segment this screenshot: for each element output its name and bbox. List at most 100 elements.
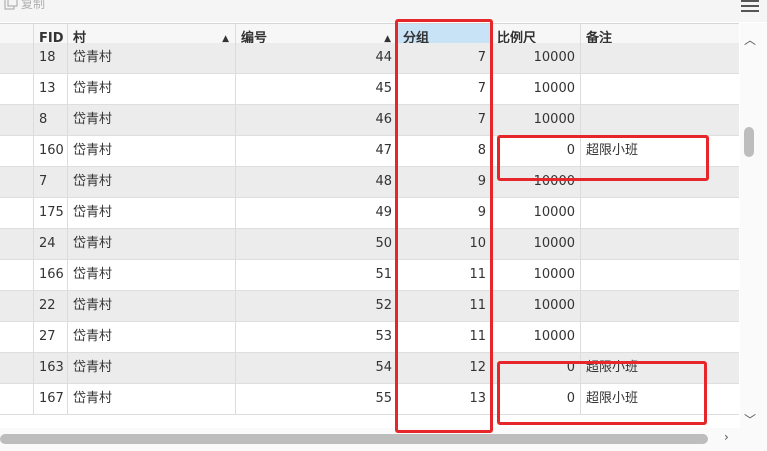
fenzu-cell[interactable]: 7 <box>398 74 492 104</box>
cun-cell[interactable]: 岱青村 <box>68 167 236 197</box>
fenzu-cell[interactable]: 12 <box>398 353 492 383</box>
bianhao-cell[interactable]: 53 <box>236 322 398 352</box>
scroll-down-icon[interactable]: ﹀ <box>744 411 756 428</box>
table-row[interactable]: 13 岱青村 45 7 10000 <box>0 74 739 105</box>
cun-cell[interactable]: 岱青村 <box>68 291 236 321</box>
scale-cell[interactable]: 0 <box>492 384 581 414</box>
fenzu-cell[interactable]: 11 <box>398 260 492 290</box>
fenzu-cell[interactable]: 7 <box>398 43 492 73</box>
table-row[interactable]: 8 岱青村 46 7 10000 <box>0 105 739 136</box>
fid-cell[interactable]: 27 <box>34 322 68 352</box>
note-cell[interactable] <box>581 167 739 197</box>
row-selector[interactable] <box>0 384 34 414</box>
cun-cell[interactable]: 岱青村 <box>68 136 236 166</box>
table-row[interactable]: 166 岱青村 51 11 10000 <box>0 260 739 291</box>
row-selector[interactable] <box>0 74 34 104</box>
table-row[interactable]: 24 岱青村 50 10 10000 <box>0 229 739 260</box>
fenzu-cell[interactable]: 13 <box>398 384 492 414</box>
table-row[interactable]: 7 岱青村 48 9 10000 <box>0 167 739 198</box>
table-row[interactable]: 27 岱青村 53 11 10000 <box>0 322 739 353</box>
scale-cell[interactable]: 10000 <box>492 167 581 197</box>
fid-cell[interactable]: 18 <box>34 43 68 73</box>
bianhao-cell[interactable]: 49 <box>236 198 398 228</box>
cun-cell[interactable]: 岱青村 <box>68 229 236 259</box>
cun-cell[interactable]: 岱青村 <box>68 105 236 135</box>
fid-cell[interactable]: 163 <box>34 353 68 383</box>
bianhao-cell[interactable]: 52 <box>236 291 398 321</box>
fenzu-cell[interactable]: 9 <box>398 167 492 197</box>
bianhao-cell[interactable]: 48 <box>236 167 398 197</box>
scroll-right-icon[interactable]: › <box>724 430 729 444</box>
scale-cell[interactable]: 10000 <box>492 43 581 73</box>
cun-cell[interactable]: 岱青村 <box>68 384 236 414</box>
row-selector[interactable] <box>0 291 34 321</box>
fenzu-cell[interactable]: 11 <box>398 291 492 321</box>
bianhao-cell[interactable]: 50 <box>236 229 398 259</box>
table-row[interactable]: 18 岱青村 44 7 10000 <box>0 43 739 74</box>
fenzu-cell[interactable]: 10 <box>398 229 492 259</box>
cun-cell[interactable]: 岱青村 <box>68 260 236 290</box>
bianhao-cell[interactable]: 54 <box>236 353 398 383</box>
row-selector[interactable] <box>0 260 34 290</box>
horizontal-scrollbar[interactable]: › <box>0 428 767 451</box>
fid-cell[interactable]: 175 <box>34 198 68 228</box>
vertical-scroll-thumb[interactable] <box>744 127 754 157</box>
fenzu-cell[interactable]: 8 <box>398 136 492 166</box>
copy-button[interactable]: 复制 <box>4 0 45 12</box>
scale-cell[interactable]: 10000 <box>492 105 581 135</box>
scale-cell[interactable]: 0 <box>492 136 581 166</box>
cun-cell[interactable]: 岱青村 <box>68 322 236 352</box>
scale-cell[interactable]: 10000 <box>492 74 581 104</box>
table-row[interactable]: 175 岱青村 49 9 10000 <box>0 198 739 229</box>
note-cell[interactable]: 超限小班 <box>581 136 739 166</box>
bianhao-cell[interactable]: 45 <box>236 74 398 104</box>
fid-cell[interactable]: 160 <box>34 136 68 166</box>
note-cell[interactable] <box>581 105 739 135</box>
hamburger-menu-icon[interactable] <box>741 0 759 12</box>
fid-cell[interactable]: 22 <box>34 291 68 321</box>
table-row[interactable]: 167 岱青村 55 13 0 超限小班 <box>0 384 739 415</box>
fid-cell[interactable]: 167 <box>34 384 68 414</box>
note-cell[interactable] <box>581 229 739 259</box>
table-row[interactable]: 160 岱青村 47 8 0 超限小班 <box>0 136 739 167</box>
row-selector[interactable] <box>0 229 34 259</box>
vertical-scrollbar[interactable]: ︿ ﹀ <box>740 23 767 428</box>
horizontal-scroll-thumb[interactable] <box>0 434 708 444</box>
note-cell[interactable]: 超限小班 <box>581 384 739 414</box>
scale-cell[interactable]: 10000 <box>492 322 581 352</box>
bianhao-cell[interactable]: 46 <box>236 105 398 135</box>
row-selector[interactable] <box>0 167 34 197</box>
bianhao-cell[interactable]: 44 <box>236 43 398 73</box>
note-cell[interactable] <box>581 198 739 228</box>
cun-cell[interactable]: 岱青村 <box>68 198 236 228</box>
row-selector[interactable] <box>0 105 34 135</box>
fid-cell[interactable]: 13 <box>34 74 68 104</box>
fenzu-cell[interactable]: 7 <box>398 105 492 135</box>
bianhao-cell[interactable]: 51 <box>236 260 398 290</box>
scroll-up-icon[interactable]: ︿ <box>744 31 756 48</box>
table-row[interactable]: 22 岱青村 52 11 10000 <box>0 291 739 322</box>
row-selector[interactable] <box>0 198 34 228</box>
row-selector[interactable] <box>0 43 34 73</box>
cun-cell[interactable]: 岱青村 <box>68 43 236 73</box>
note-cell[interactable] <box>581 260 739 290</box>
note-cell[interactable] <box>581 291 739 321</box>
scale-cell[interactable]: 0 <box>492 353 581 383</box>
row-selector[interactable] <box>0 322 34 352</box>
fid-cell[interactable]: 166 <box>34 260 68 290</box>
fid-cell[interactable]: 8 <box>34 105 68 135</box>
fenzu-cell[interactable]: 11 <box>398 322 492 352</box>
table-row[interactable]: 163 岱青村 54 12 0 超限小班 <box>0 353 739 384</box>
cun-cell[interactable]: 岱青村 <box>68 353 236 383</box>
scale-cell[interactable]: 10000 <box>492 260 581 290</box>
note-cell[interactable] <box>581 43 739 73</box>
bianhao-cell[interactable]: 55 <box>236 384 398 414</box>
scale-cell[interactable]: 10000 <box>492 198 581 228</box>
row-selector[interactable] <box>0 353 34 383</box>
fid-cell[interactable]: 24 <box>34 229 68 259</box>
note-cell[interactable] <box>581 74 739 104</box>
cun-cell[interactable]: 岱青村 <box>68 74 236 104</box>
note-cell[interactable] <box>581 322 739 352</box>
row-selector[interactable] <box>0 136 34 166</box>
fid-cell[interactable]: 7 <box>34 167 68 197</box>
